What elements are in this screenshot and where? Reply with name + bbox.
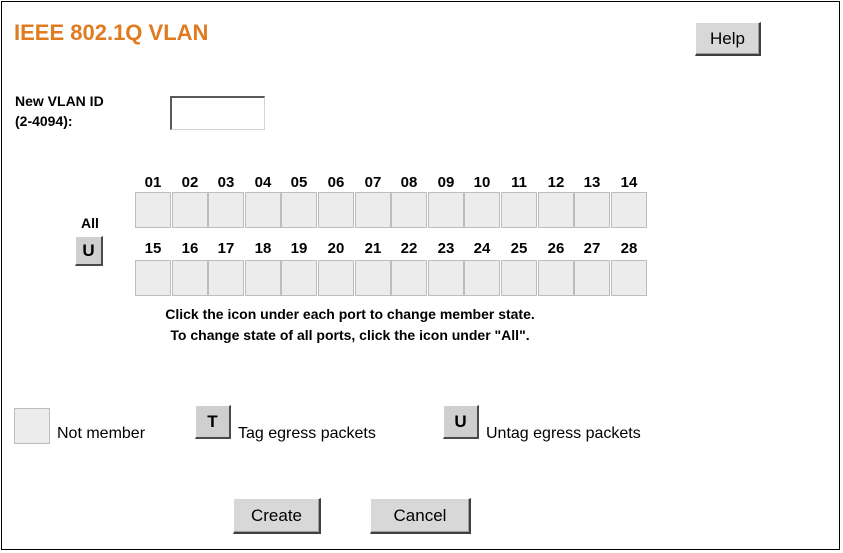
port-number-label: 14 bbox=[620, 174, 638, 191]
port-number-label: 22 bbox=[400, 240, 418, 257]
instruction-line-2: To change state of all ports, click the … bbox=[170, 327, 530, 343]
instruction-line-1: Click the icon under each port to change… bbox=[165, 306, 535, 322]
port-state-cell-27[interactable] bbox=[574, 260, 610, 296]
port-number-label: 16 bbox=[181, 240, 199, 257]
port-state-cell-01[interactable] bbox=[135, 192, 171, 228]
port-number-label: 21 bbox=[364, 240, 382, 257]
port-state-cell-26[interactable] bbox=[538, 260, 574, 296]
port-state-cell-19[interactable] bbox=[281, 260, 317, 296]
legend-tag-icon: T bbox=[195, 405, 231, 439]
cancel-button[interactable]: Cancel bbox=[370, 498, 471, 534]
vlan-id-label-line1: New VLAN ID bbox=[15, 93, 104, 109]
port-number-label: 15 bbox=[144, 240, 162, 257]
all-ports-label: All bbox=[81, 215, 99, 231]
port-state-cell-14[interactable] bbox=[611, 192, 647, 228]
port-state-cell-12[interactable] bbox=[538, 192, 574, 228]
help-button[interactable]: Help bbox=[695, 22, 761, 56]
port-state-cell-06[interactable] bbox=[318, 192, 354, 228]
port-number-label: 05 bbox=[290, 174, 308, 191]
port-state-cell-07[interactable] bbox=[355, 192, 391, 228]
port-state-cell-22[interactable] bbox=[391, 260, 427, 296]
port-state-cell-03[interactable] bbox=[208, 192, 244, 228]
port-number-label: 20 bbox=[327, 240, 345, 257]
port-state-cell-25[interactable] bbox=[501, 260, 537, 296]
port-state-cell-08[interactable] bbox=[391, 192, 427, 228]
port-number-label: 25 bbox=[510, 240, 528, 257]
port-state-cell-16[interactable] bbox=[172, 260, 208, 296]
port-number-label: 26 bbox=[547, 240, 565, 257]
vlan-id-label-line2: (2-4094): bbox=[15, 113, 73, 129]
port-state-cell-02[interactable] bbox=[172, 192, 208, 228]
port-state-cell-20[interactable] bbox=[318, 260, 354, 296]
port-number-label: 18 bbox=[254, 240, 272, 257]
port-number-label: 10 bbox=[473, 174, 491, 191]
port-number-label: 23 bbox=[437, 240, 455, 257]
legend-tag-label: Tag egress packets bbox=[238, 425, 376, 442]
port-state-cell-11[interactable] bbox=[501, 192, 537, 228]
port-state-cell-24[interactable] bbox=[464, 260, 500, 296]
legend-untag-label: Untag egress packets bbox=[486, 425, 641, 442]
port-number-label: 07 bbox=[364, 174, 382, 191]
port-state-cell-23[interactable] bbox=[428, 260, 464, 296]
port-state-cell-09[interactable] bbox=[428, 192, 464, 228]
vlan-id-label: New VLAN ID (2-4094): bbox=[15, 91, 104, 131]
port-number-label: 11 bbox=[511, 174, 527, 191]
legend-not-member-icon bbox=[14, 408, 50, 444]
legend-not-member-label: Not member bbox=[57, 425, 146, 442]
port-state-cell-21[interactable] bbox=[355, 260, 391, 296]
port-number-label: 13 bbox=[583, 174, 601, 191]
port-number-label: 02 bbox=[181, 174, 199, 191]
legend-untag-icon: U bbox=[443, 405, 479, 439]
port-number-label: 12 bbox=[547, 174, 565, 191]
port-state-cell-05[interactable] bbox=[281, 192, 317, 228]
page-title: IEEE 802.1Q VLAN bbox=[14, 20, 209, 45]
port-number-label: 19 bbox=[290, 240, 308, 257]
port-number-label: 17 bbox=[217, 240, 235, 257]
port-number-label: 27 bbox=[583, 240, 601, 257]
port-number-label: 06 bbox=[327, 174, 345, 191]
create-button[interactable]: Create bbox=[233, 498, 321, 534]
all-ports-state-icon[interactable]: U bbox=[75, 236, 103, 266]
port-state-cell-15[interactable] bbox=[135, 260, 171, 296]
port-number-label: 28 bbox=[620, 240, 638, 257]
port-state-cell-13[interactable] bbox=[574, 192, 610, 228]
port-state-cell-18[interactable] bbox=[245, 260, 281, 296]
vlan-id-input[interactable] bbox=[170, 96, 265, 130]
port-number-label: 03 bbox=[217, 174, 235, 191]
port-state-cell-28[interactable] bbox=[611, 260, 647, 296]
port-number-label: 08 bbox=[400, 174, 418, 191]
port-state-cell-17[interactable] bbox=[208, 260, 244, 296]
port-number-label: 09 bbox=[437, 174, 455, 191]
port-number-label: 24 bbox=[473, 240, 491, 257]
port-number-label: 01 bbox=[144, 174, 162, 191]
port-state-cell-04[interactable] bbox=[245, 192, 281, 228]
port-state-cell-10[interactable] bbox=[464, 192, 500, 228]
port-number-label: 04 bbox=[254, 174, 272, 191]
